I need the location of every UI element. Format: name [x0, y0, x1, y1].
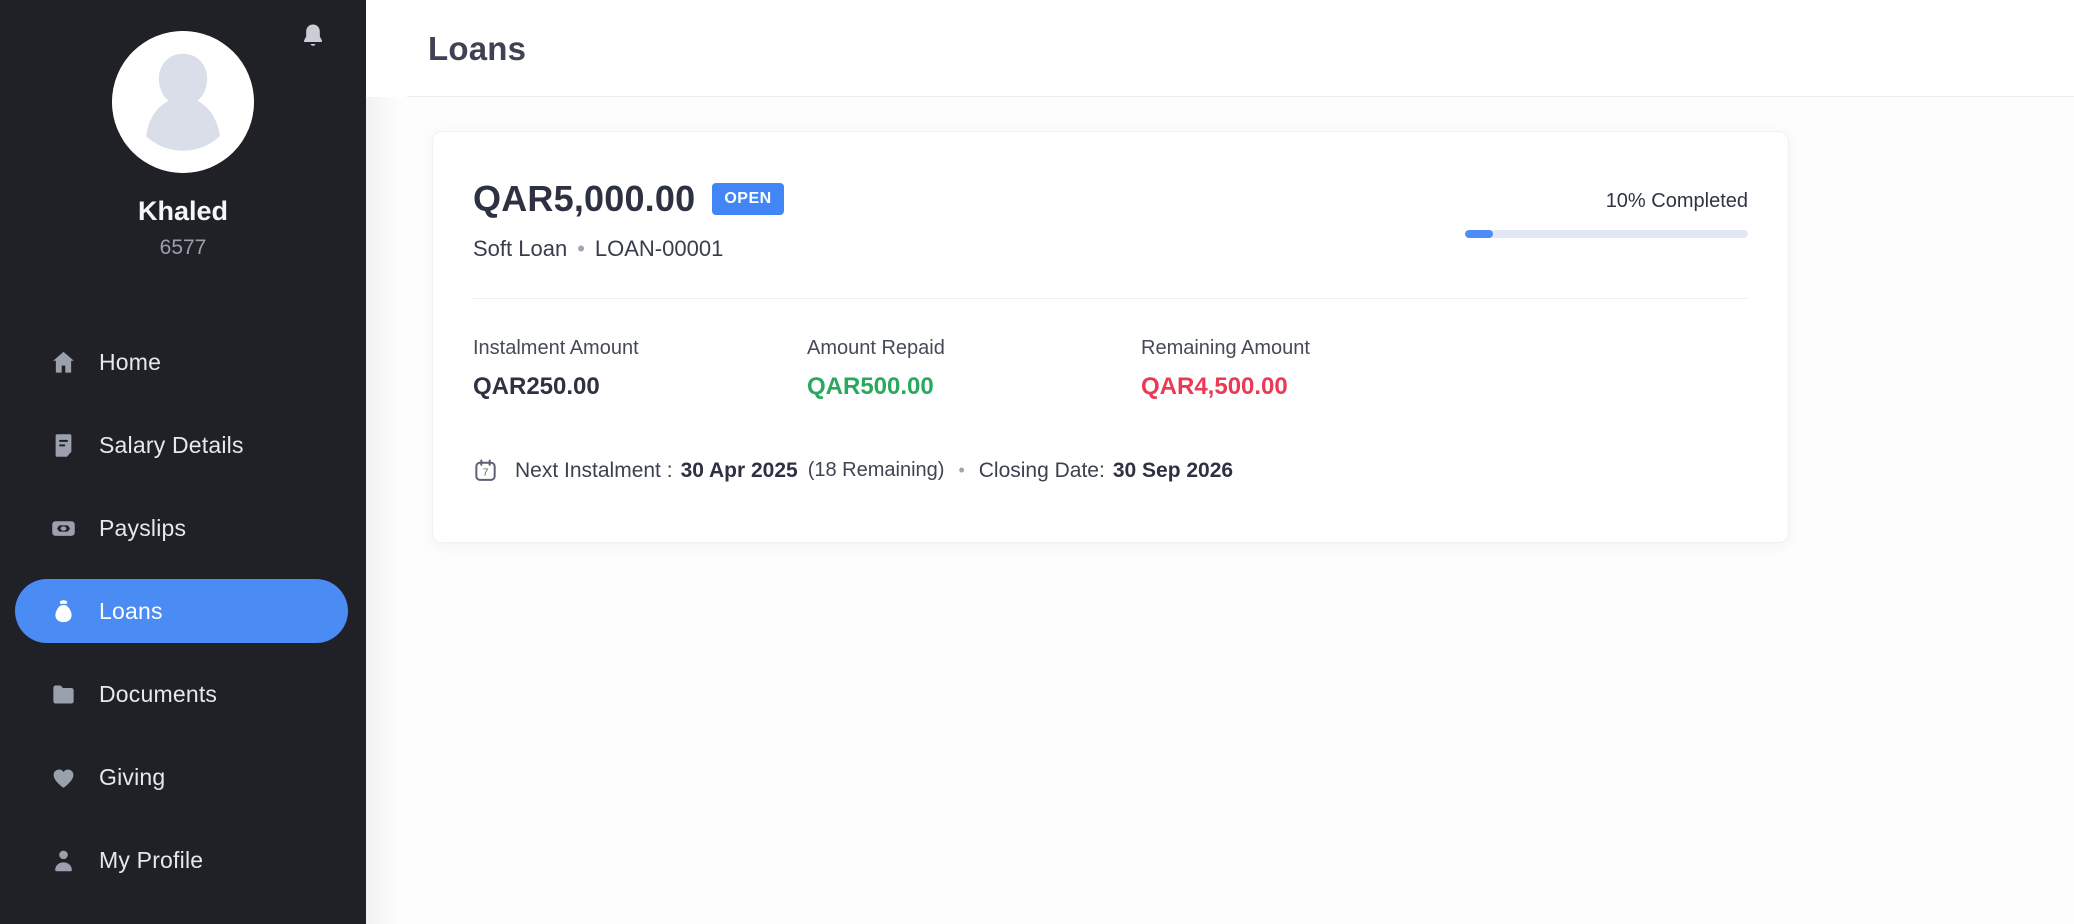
- calendar-icon: 7: [473, 458, 498, 483]
- dot-separator: •: [577, 236, 585, 262]
- loan-reference: LOAN-00001: [595, 236, 723, 262]
- sidebar-item-label: Giving: [99, 764, 165, 791]
- next-instalment-date: 30 Apr 2025: [681, 459, 798, 483]
- progress-block: 10% Completed: [1465, 178, 1748, 262]
- sidebar-item-salary-details[interactable]: Salary Details: [15, 413, 348, 477]
- progress-label: 10% Completed: [1465, 190, 1748, 213]
- next-instalment-label: Next Instalment :: [515, 459, 673, 483]
- sidebar-nav: Home Salary Details Payslips: [0, 330, 366, 892]
- sidebar-item-label: Documents: [99, 681, 217, 708]
- my-profile-icon: [50, 847, 77, 874]
- loan-summary: QAR5,000.00 OPEN Soft Loan • LOAN-00001: [473, 178, 784, 262]
- stat-value: QAR4,500.00: [1141, 373, 1475, 401]
- user-name: Khaled: [0, 196, 366, 227]
- sidebar-item-documents[interactable]: Documents: [15, 662, 348, 726]
- stat-label: Amount Repaid: [807, 337, 1141, 360]
- sidebar-item-giving[interactable]: Giving: [15, 745, 348, 809]
- status-badge: OPEN: [712, 183, 783, 215]
- closing-date: 30 Sep 2026: [1113, 459, 1233, 483]
- stat-label: Instalment Amount: [473, 337, 807, 360]
- stat-remaining-amount: Remaining Amount QAR4,500.00: [1141, 337, 1475, 401]
- sidebar-item-home[interactable]: Home: [15, 330, 348, 394]
- svg-text:7: 7: [483, 467, 489, 478]
- documents-icon: [50, 681, 77, 708]
- loans-icon: [50, 598, 77, 625]
- sidebar-item-label: Payslips: [99, 515, 186, 542]
- stat-instalment-amount: Instalment Amount QAR250.00: [473, 337, 807, 401]
- sidebar-item-label: Salary Details: [99, 432, 244, 459]
- sidebar-item-label: Loans: [99, 598, 163, 625]
- stat-amount-repaid: Amount Repaid QAR500.00: [807, 337, 1141, 401]
- page-header: Loans: [366, 0, 2074, 97]
- dot-separator: •: [958, 460, 964, 481]
- sidebar: Khaled 6577 Home Salary Details: [0, 0, 366, 924]
- payslips-icon: [50, 515, 77, 542]
- sidebar-item-label: My Profile: [99, 847, 203, 874]
- main-content: Loans QAR5,000.00 OPEN Soft Loan • LOAN-…: [366, 0, 2074, 924]
- page-title: Loans: [366, 30, 526, 68]
- loan-stats: Instalment Amount QAR250.00 Amount Repai…: [473, 337, 1748, 401]
- stat-value: QAR500.00: [807, 373, 1141, 401]
- stat-value: QAR250.00: [473, 373, 807, 401]
- salary-details-icon: [50, 432, 77, 459]
- loan-card-footer: 7 Next Instalment : 30 Apr 2025 (18 Rema…: [473, 458, 1748, 483]
- notifications-bell-icon[interactable]: [300, 22, 326, 52]
- progress-bar-fill: [1465, 230, 1493, 238]
- loan-card-top: QAR5,000.00 OPEN Soft Loan • LOAN-00001 …: [473, 178, 1748, 262]
- loan-amount: QAR5,000.00: [473, 178, 695, 220]
- loan-type: Soft Loan: [473, 236, 567, 262]
- home-icon: [50, 349, 77, 376]
- avatar: [112, 31, 254, 173]
- user-id: 6577: [0, 236, 366, 260]
- card-divider: [473, 298, 1748, 299]
- sidebar-item-loans[interactable]: Loans: [15, 579, 348, 643]
- remaining-note: (18 Remaining): [808, 459, 945, 482]
- stat-label: Remaining Amount: [1141, 337, 1475, 360]
- sidebar-item-payslips[interactable]: Payslips: [15, 496, 348, 560]
- loan-card[interactable]: QAR5,000.00 OPEN Soft Loan • LOAN-00001 …: [432, 131, 1789, 543]
- giving-icon: [50, 764, 77, 791]
- sidebar-item-my-profile[interactable]: My Profile: [15, 828, 348, 892]
- progress-bar: [1465, 230, 1748, 238]
- sidebar-item-label: Home: [99, 349, 161, 376]
- closing-date-label: Closing Date:: [979, 459, 1105, 483]
